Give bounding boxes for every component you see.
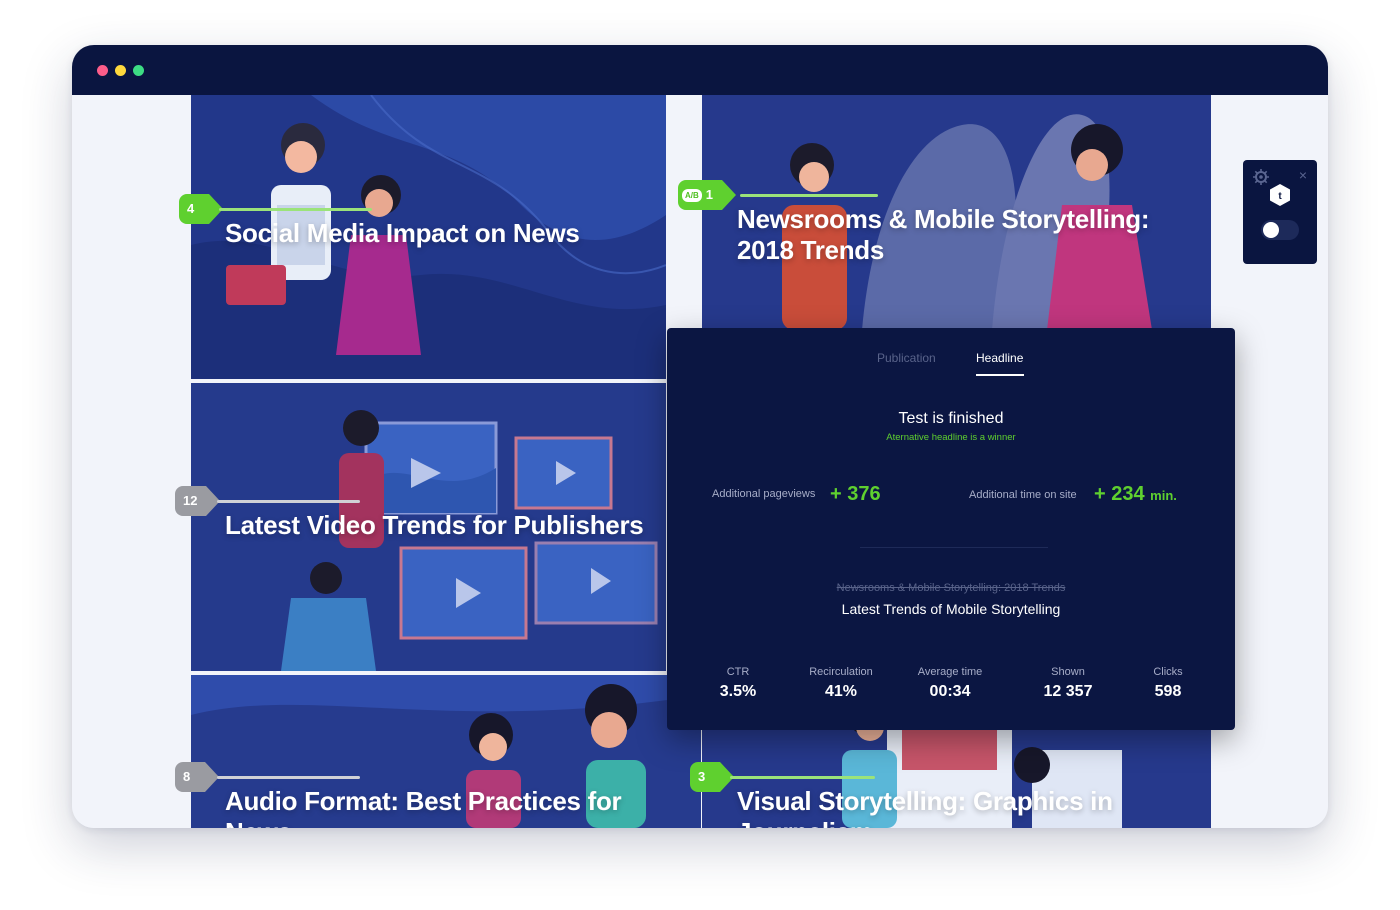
stat-label: CTR xyxy=(726,666,750,678)
rank-line xyxy=(740,194,878,197)
stat-average-time: Average time 00:34 xyxy=(918,665,983,701)
rank-badge: 12 xyxy=(175,486,222,516)
stat-value: 41% xyxy=(824,683,858,700)
stat-recirculation: Recirculation 41% xyxy=(809,665,873,701)
pageviews-label: Additional pageviews xyxy=(712,488,816,500)
article-tile-social-media[interactable]: Social Media Impact on News xyxy=(191,95,666,379)
rank-badge: 8 xyxy=(175,762,219,792)
stat-label: Shown xyxy=(1051,666,1085,678)
stat-shown: Shown 12 357 xyxy=(1044,665,1093,701)
stat-value: 598 xyxy=(1154,683,1182,700)
rank-number: 1 xyxy=(705,187,714,202)
toggle-knob xyxy=(1263,222,1279,238)
article-tile-audio-format[interactable]: Audio Format: Best Practices for News xyxy=(191,675,701,828)
rank-line xyxy=(217,500,360,503)
logo-hexagon-icon: t xyxy=(1270,184,1290,206)
stat-label: Recirculation xyxy=(809,666,873,678)
time-on-site-label: Additional time on site xyxy=(969,489,1077,501)
time-on-site-number: + 234 xyxy=(1094,483,1145,505)
rank-line xyxy=(219,208,372,211)
stat-ctr: CTR 3.5% xyxy=(720,665,756,701)
article-title[interactable]: Newsrooms & Mobile Storytelling: 2018 Tr… xyxy=(737,204,1197,266)
tab-publication[interactable]: Publication xyxy=(877,350,936,366)
stat-value: 12 357 xyxy=(1043,683,1093,700)
rank-badge: A/B 1 xyxy=(678,180,737,210)
extension-panel: × t xyxy=(1243,160,1317,264)
stat-label: Average time xyxy=(917,666,983,678)
page-content: Social Media Impact on News Newsrooms & … xyxy=(72,95,1328,828)
stat-clicks: Clicks 598 xyxy=(1153,665,1182,701)
rank-marker: 12 xyxy=(175,486,360,518)
minimize-window-button[interactable] xyxy=(115,65,126,76)
close-window-button[interactable] xyxy=(97,65,108,76)
article-tile-video-trends[interactable]: Latest Video Trends for Publishers xyxy=(191,383,666,671)
tab-headline-label: Headline xyxy=(976,351,1024,365)
rank-marker: 8 xyxy=(175,762,360,794)
gear-icon[interactable] xyxy=(1253,169,1269,185)
winning-headline: Latest Trends of Mobile Storytelling xyxy=(841,601,1061,617)
rank-line xyxy=(730,776,875,779)
rank-marker: 3 xyxy=(690,762,875,794)
tab-headline[interactable]: Headline xyxy=(976,350,1024,376)
rank-marker: 4 xyxy=(179,194,374,226)
rank-badge: 4 xyxy=(179,194,223,224)
close-icon[interactable]: × xyxy=(1299,168,1307,182)
ab-test-results-popup: Publication Headline Test is finished At… xyxy=(667,328,1235,730)
time-on-site-unit: min. xyxy=(1150,488,1177,503)
time-on-site-value: + 234 min. xyxy=(1094,483,1177,506)
pageviews-value: + 376 xyxy=(830,483,881,505)
status-subtitle: Aternative headline is a winner xyxy=(886,432,1016,443)
stat-label: Clicks xyxy=(1153,666,1183,678)
enable-toggle[interactable] xyxy=(1261,220,1299,240)
popup-tabs: Publication Headline xyxy=(667,350,1235,380)
original-headline: Newsrooms & Mobile Storytelling: 2018 Tr… xyxy=(836,582,1066,594)
maximize-window-button[interactable] xyxy=(133,65,144,76)
window-titlebar xyxy=(72,45,1328,95)
rank-badge: 3 xyxy=(690,762,734,792)
browser-window: Social Media Impact on News Newsrooms & … xyxy=(72,45,1328,828)
ab-test-chip[interactable]: A/B xyxy=(682,189,702,203)
article-tile-newsrooms[interactable]: Newsrooms & Mobile Storytelling: 2018 Tr… xyxy=(702,95,1211,330)
stat-value: 3.5% xyxy=(719,683,757,700)
status-title: Test is finished xyxy=(898,410,1004,427)
rank-line xyxy=(217,776,360,779)
active-tab-indicator xyxy=(976,374,1024,376)
rank-marker: A/B 1 xyxy=(678,180,878,212)
stat-value: 00:34 xyxy=(929,683,971,700)
popup-divider xyxy=(860,547,1048,548)
